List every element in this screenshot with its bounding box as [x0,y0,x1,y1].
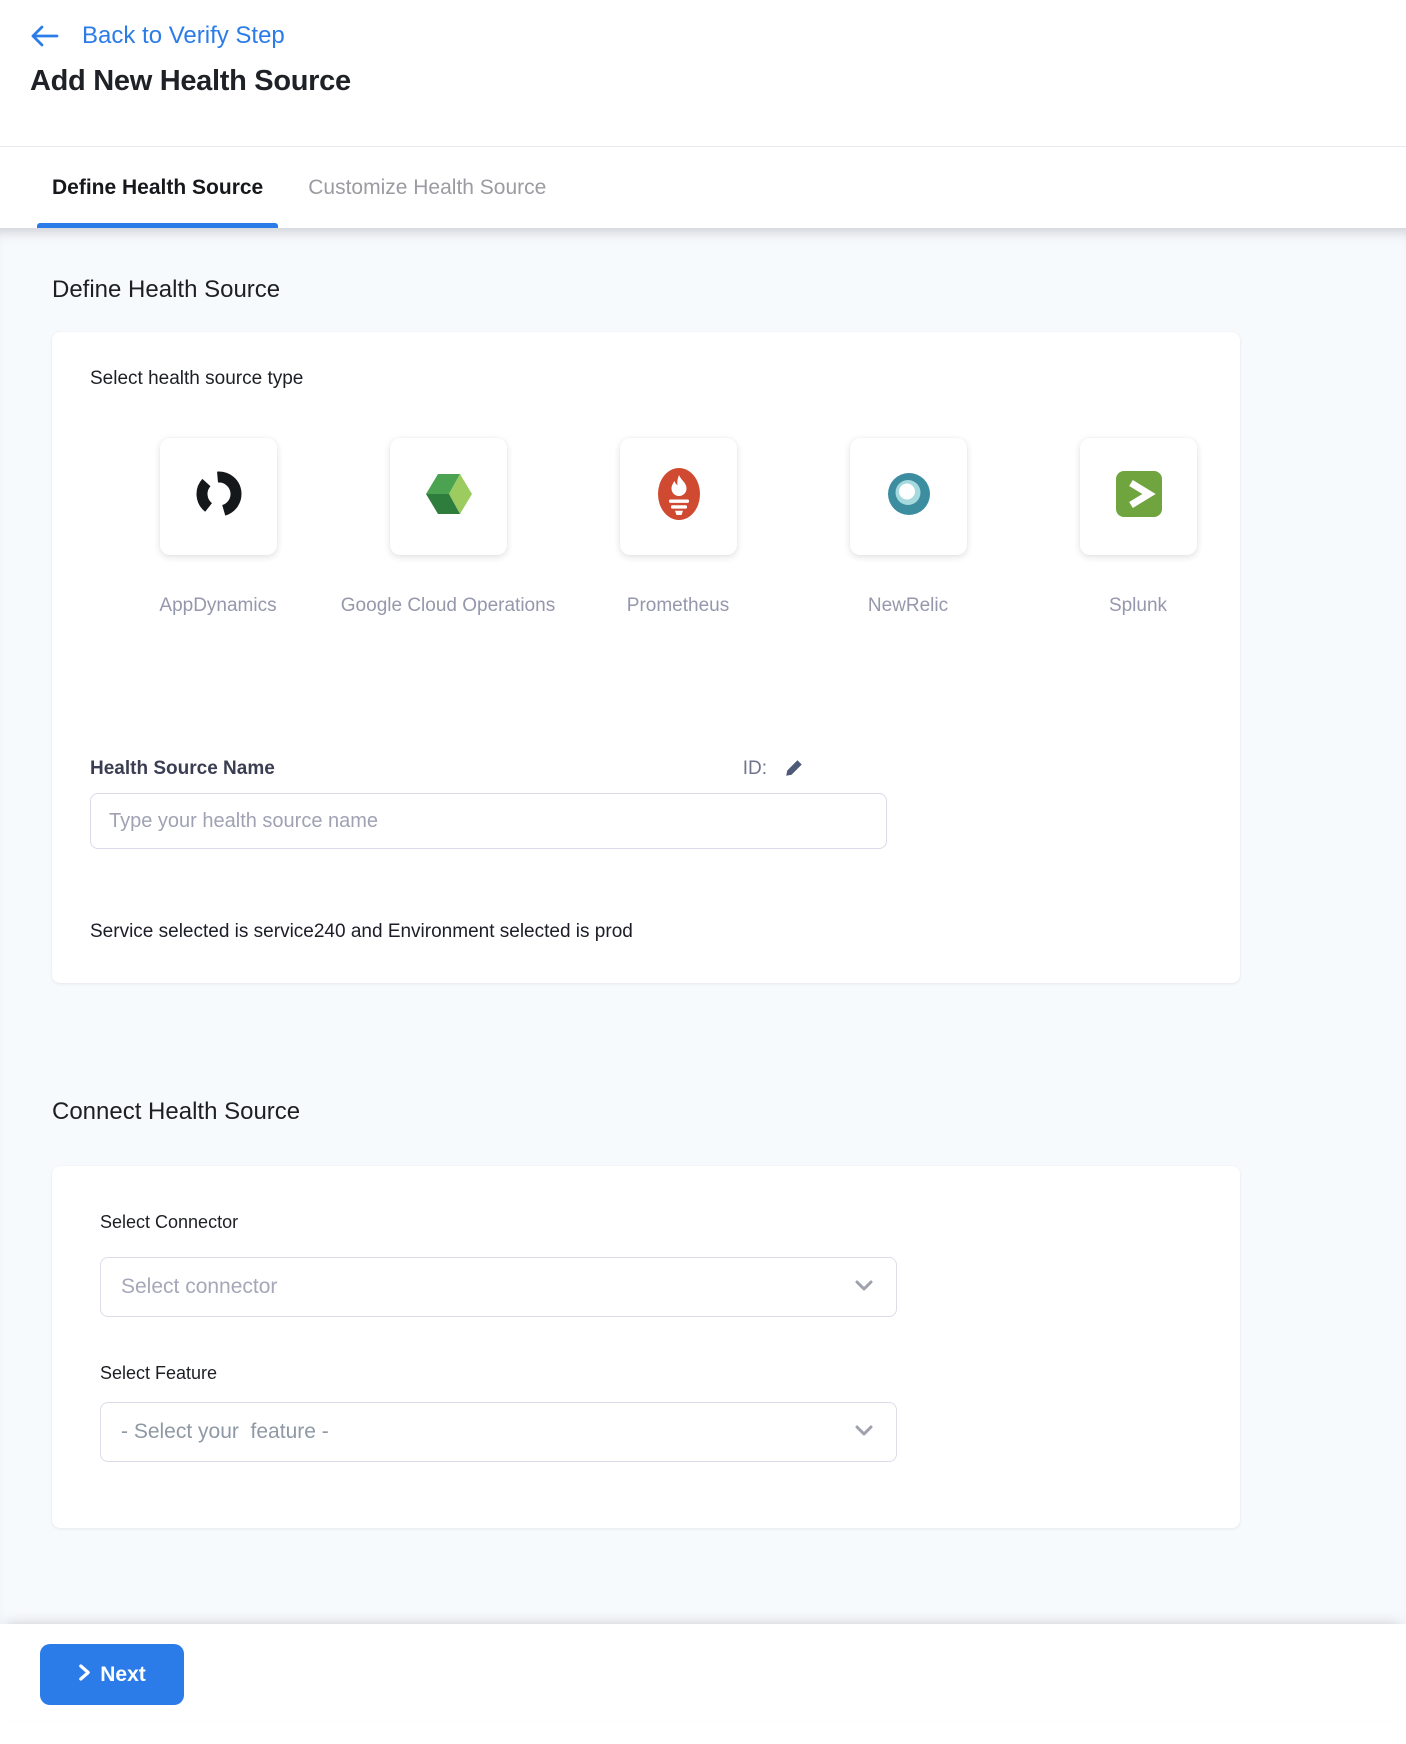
appdynamics-icon [193,468,245,525]
health-source-name-label: Health Source Name [90,758,275,780]
tab-define-health-source[interactable]: Define Health Source [37,147,278,228]
next-button[interactable]: Next [40,1644,184,1705]
source-labels-row: AppDynamics Google Cloud Operations Prom… [103,595,1200,617]
feature-select-placeholder: - Select your feature - [121,1420,329,1444]
chevron-down-icon [852,1273,876,1302]
connector-select[interactable]: Select connector [100,1257,897,1317]
page-header: Back to Verify Step Add New Health Sourc… [0,0,1406,147]
source-label-newrelic: NewRelic [793,595,1023,617]
google-cloud-operations-icon [424,471,474,522]
id-group: ID: [743,757,805,781]
select-connector-label: Select Connector [100,1212,1192,1233]
source-label-appdynamics: AppDynamics [103,595,333,617]
health-source-name-row: Health Source Name ID: [90,757,805,781]
source-label-splunk: Splunk [1023,595,1253,617]
splunk-icon [1116,471,1162,522]
page-footer: Next [0,1624,1406,1720]
page-title: Add New Health Source [30,65,1406,98]
tab-label: Define Health Source [52,176,263,200]
feature-select[interactable]: - Select your feature - [100,1402,897,1462]
connect-health-source-card: Select Connector Select connector Select… [52,1166,1240,1528]
id-label: ID: [743,758,767,780]
source-tile-splunk[interactable] [1080,438,1197,555]
source-tiles-row [160,438,1200,555]
back-arrow-icon[interactable] [30,24,59,48]
connector-select-placeholder: Select connector [121,1275,277,1299]
source-tile-newrelic[interactable] [850,438,967,555]
tab-bar: Define Health Source Customize Health So… [0,147,1406,228]
back-link[interactable]: Back to Verify Step [82,22,285,50]
connect-section-heading: Connect Health Source [0,983,1406,1126]
chevron-down-icon [852,1418,876,1447]
pencil-icon [784,757,805,781]
define-health-source-card: Select health source type [52,332,1240,983]
chevron-right-icon [78,1663,91,1687]
health-source-name-input[interactable] [90,793,887,849]
source-tile-appdynamics[interactable] [160,438,277,555]
edit-id-button[interactable] [784,757,805,781]
back-row: Back to Verify Step [30,22,1406,50]
prometheus-icon [656,466,702,527]
select-feature-label: Select Feature [100,1363,1192,1384]
source-tile-google-cloud-operations[interactable] [390,438,507,555]
source-label-prometheus: Prometheus [563,595,793,617]
tab-customize-health-source[interactable]: Customize Health Source [293,147,561,228]
main-content: Define Health Source Select health sourc… [0,228,1406,1624]
service-environment-note: Service selected is service240 and Envir… [90,921,1200,943]
newrelic-icon [887,472,931,521]
tab-label: Customize Health Source [308,176,546,200]
source-tile-prometheus[interactable] [620,438,737,555]
source-label-google-cloud-operations: Google Cloud Operations [333,595,563,617]
define-section-heading: Define Health Source [0,228,1406,304]
next-button-label: Next [100,1663,146,1687]
select-type-label: Select health source type [90,368,1200,390]
